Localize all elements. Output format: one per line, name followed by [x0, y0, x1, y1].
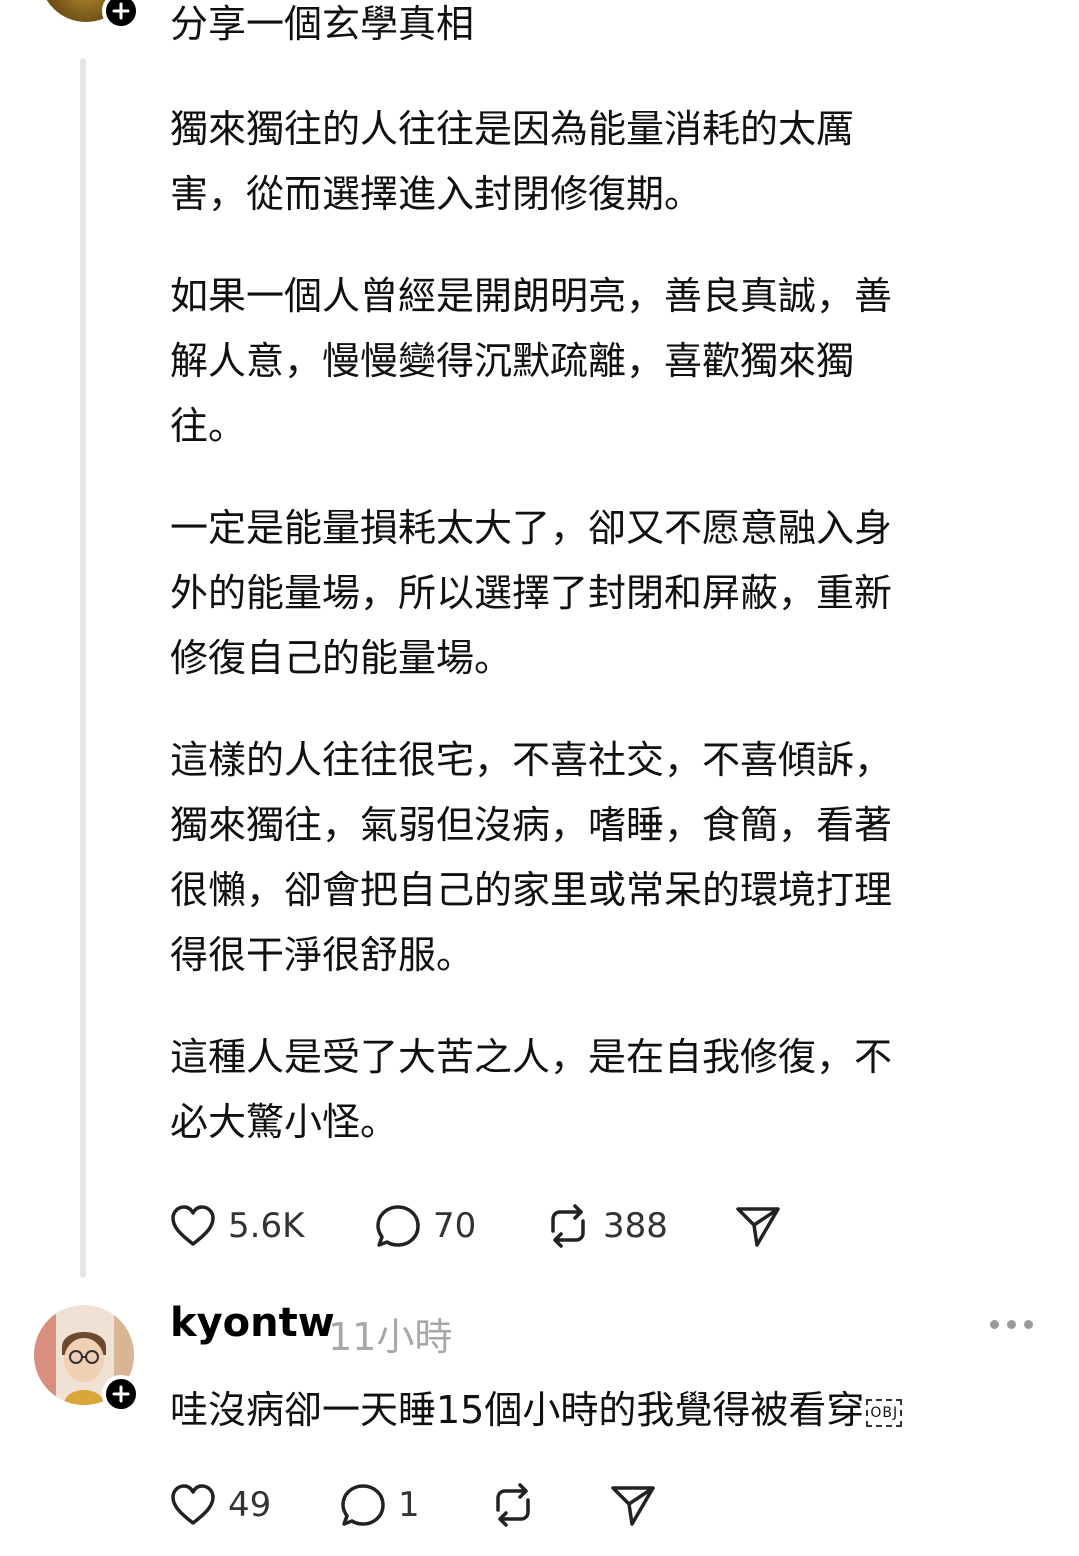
thread-line	[80, 58, 86, 1278]
post-paragraph: 這樣的人往往很宅，不喜社交，不喜傾訴， 獨來獨往，氣弱但沒病，嗜睡，食簡，看著 …	[170, 738, 893, 977]
plus-icon	[112, 2, 130, 20]
heart-icon	[171, 1205, 215, 1246]
reply-share-button[interactable]	[608, 1480, 658, 1530]
repost-icon	[496, 1483, 530, 1527]
post-actions: 5.6K 70 388	[168, 1201, 783, 1251]
post-paragraph: 一定是能量損耗太大了，卻又不愿意融入身 外的能量場，所以選擇了封閉和屏蔽，重新 …	[170, 506, 893, 680]
reply-comment-button[interactable]: 1	[338, 1480, 488, 1530]
post-paragraph: 這種人是受了大苦之人，是在自我修復，不 必大驚小怪。	[170, 1035, 893, 1144]
reply-actions: 49 1	[168, 1480, 658, 1530]
post-paragraph: 如果一個人曾經是開朗明亮，善良真誠，善 解人意，慢慢變得沉默疏離，喜歡獨來獨 往…	[170, 274, 893, 448]
comment-bubble-icon	[341, 1484, 385, 1526]
comment-bubble-icon	[376, 1205, 420, 1247]
more-dots-icon	[990, 1320, 999, 1329]
reply-like-button[interactable]: 49	[168, 1480, 338, 1530]
repost-icon	[551, 1204, 585, 1248]
reply-repost-button[interactable]	[488, 1480, 608, 1530]
post-body: 獨來獨往的人往往是因為能量消耗的太厲 害，從而選擇進入封閉修復期。 如果一個人曾…	[170, 97, 1020, 1192]
post-paragraph: 獨來獨往的人往往是因為能量消耗的太厲 害，從而選擇進入封閉修復期。	[170, 107, 855, 216]
repost-button[interactable]: 388	[543, 1201, 733, 1251]
reply-timestamp: 11小時	[328, 1315, 453, 1359]
follow-reply-user-button[interactable]	[102, 1375, 140, 1413]
send-icon	[736, 1207, 780, 1247]
post-title: 分享一個玄學真相	[170, 2, 475, 46]
object-placeholder-glyph: OBJ	[866, 1398, 903, 1427]
share-button[interactable]	[733, 1201, 783, 1251]
repost-count: 388	[603, 1206, 668, 1246]
reply-like-count: 49	[228, 1485, 272, 1525]
like-count: 5.6K	[228, 1206, 305, 1246]
reply-comment-count: 1	[398, 1485, 420, 1525]
more-options-button[interactable]	[990, 1320, 1041, 1329]
plus-icon	[112, 1385, 130, 1403]
reply-username[interactable]: kyontw	[170, 1300, 335, 1346]
heart-icon	[171, 1484, 215, 1525]
send-icon	[611, 1486, 655, 1526]
reply-text: 哇沒病卻一天睡15個小時的我覺得被看穿 OBJ	[170, 1380, 1050, 1440]
comment-button[interactable]: 70	[373, 1201, 543, 1251]
like-button[interactable]: 5.6K	[168, 1201, 373, 1251]
comment-count: 70	[433, 1206, 477, 1246]
follow-author-button[interactable]	[102, 0, 140, 30]
